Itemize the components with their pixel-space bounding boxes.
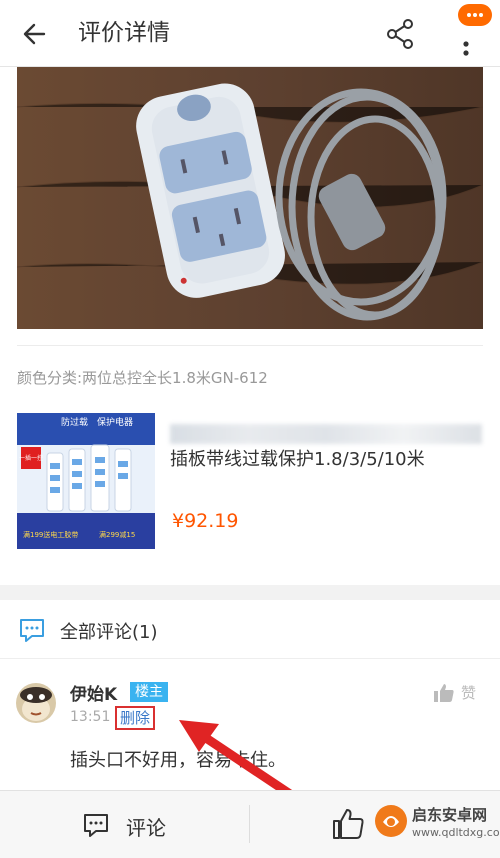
- sku-spec: 颜色分类:两位总控全长1.8米GN-612: [17, 369, 268, 387]
- comment-action-label: 评论: [126, 816, 166, 840]
- thumb-promo-2: 满299减15: [99, 530, 135, 539]
- thumb-headline-1: 防过载: [61, 416, 88, 428]
- comment-bubble-icon: [18, 616, 46, 644]
- share-icon: [387, 19, 413, 49]
- comment-like-label[interactable]: 赞: [461, 682, 476, 703]
- comments-count-heading: 全部评论(1): [60, 622, 158, 643]
- like-button[interactable]: [330, 807, 366, 841]
- thumbs-up-icon: [333, 809, 364, 839]
- comment-username[interactable]: 伊始K: [70, 680, 117, 705]
- product-title-line1-blurred[interactable]: [170, 424, 482, 444]
- thumb-badge-text: 一插一控: [19, 454, 43, 462]
- watermark-logo-icon: [375, 805, 407, 837]
- watermark-name: 启东安卓网: [412, 806, 488, 824]
- delete-comment-button[interactable]: 删除: [115, 706, 156, 730]
- message-badge[interactable]: [458, 4, 492, 26]
- back-button[interactable]: [18, 16, 58, 52]
- avatar[interactable]: [16, 683, 56, 723]
- review-card: 颜色分类:两位总控全长1.8米GN-612 一插一控 防过载 保护电器 满199…: [0, 67, 500, 585]
- divider: [17, 345, 483, 346]
- comment-time: 13:51: [70, 709, 111, 725]
- thumbs-up-icon: [434, 684, 454, 702]
- page-title: 评价详情: [78, 20, 170, 46]
- site-watermark: 启东安卓网 www.qdltdxg.com: [368, 792, 500, 857]
- review-photo[interactable]: [17, 67, 483, 329]
- watermark-url: www.qdltdxg.com: [412, 826, 500, 839]
- divider: [249, 805, 250, 843]
- product-thumbnail[interactable]: 一插一控 防过载 保护电器 满199送电工胶带 满299减15: [17, 413, 155, 549]
- share-button[interactable]: [380, 14, 420, 54]
- comment-like-button[interactable]: [433, 682, 455, 704]
- divider: [0, 658, 500, 659]
- red-arrow-annotation: [179, 720, 298, 801]
- thumb-promo-1: 满199送电工胶带: [23, 530, 78, 539]
- owner-badge: 楼主: [130, 682, 168, 702]
- comment-icon: [84, 814, 108, 837]
- product-title[interactable]: 插板带线过载保护1.8/3/5/10米: [170, 447, 425, 473]
- thumb-headline-2: 保护电器: [97, 416, 133, 428]
- top-nav-bar: 评价详情: [0, 0, 500, 67]
- product-price: ¥92.19: [172, 510, 239, 532]
- back-arrow-icon: [23, 23, 46, 45]
